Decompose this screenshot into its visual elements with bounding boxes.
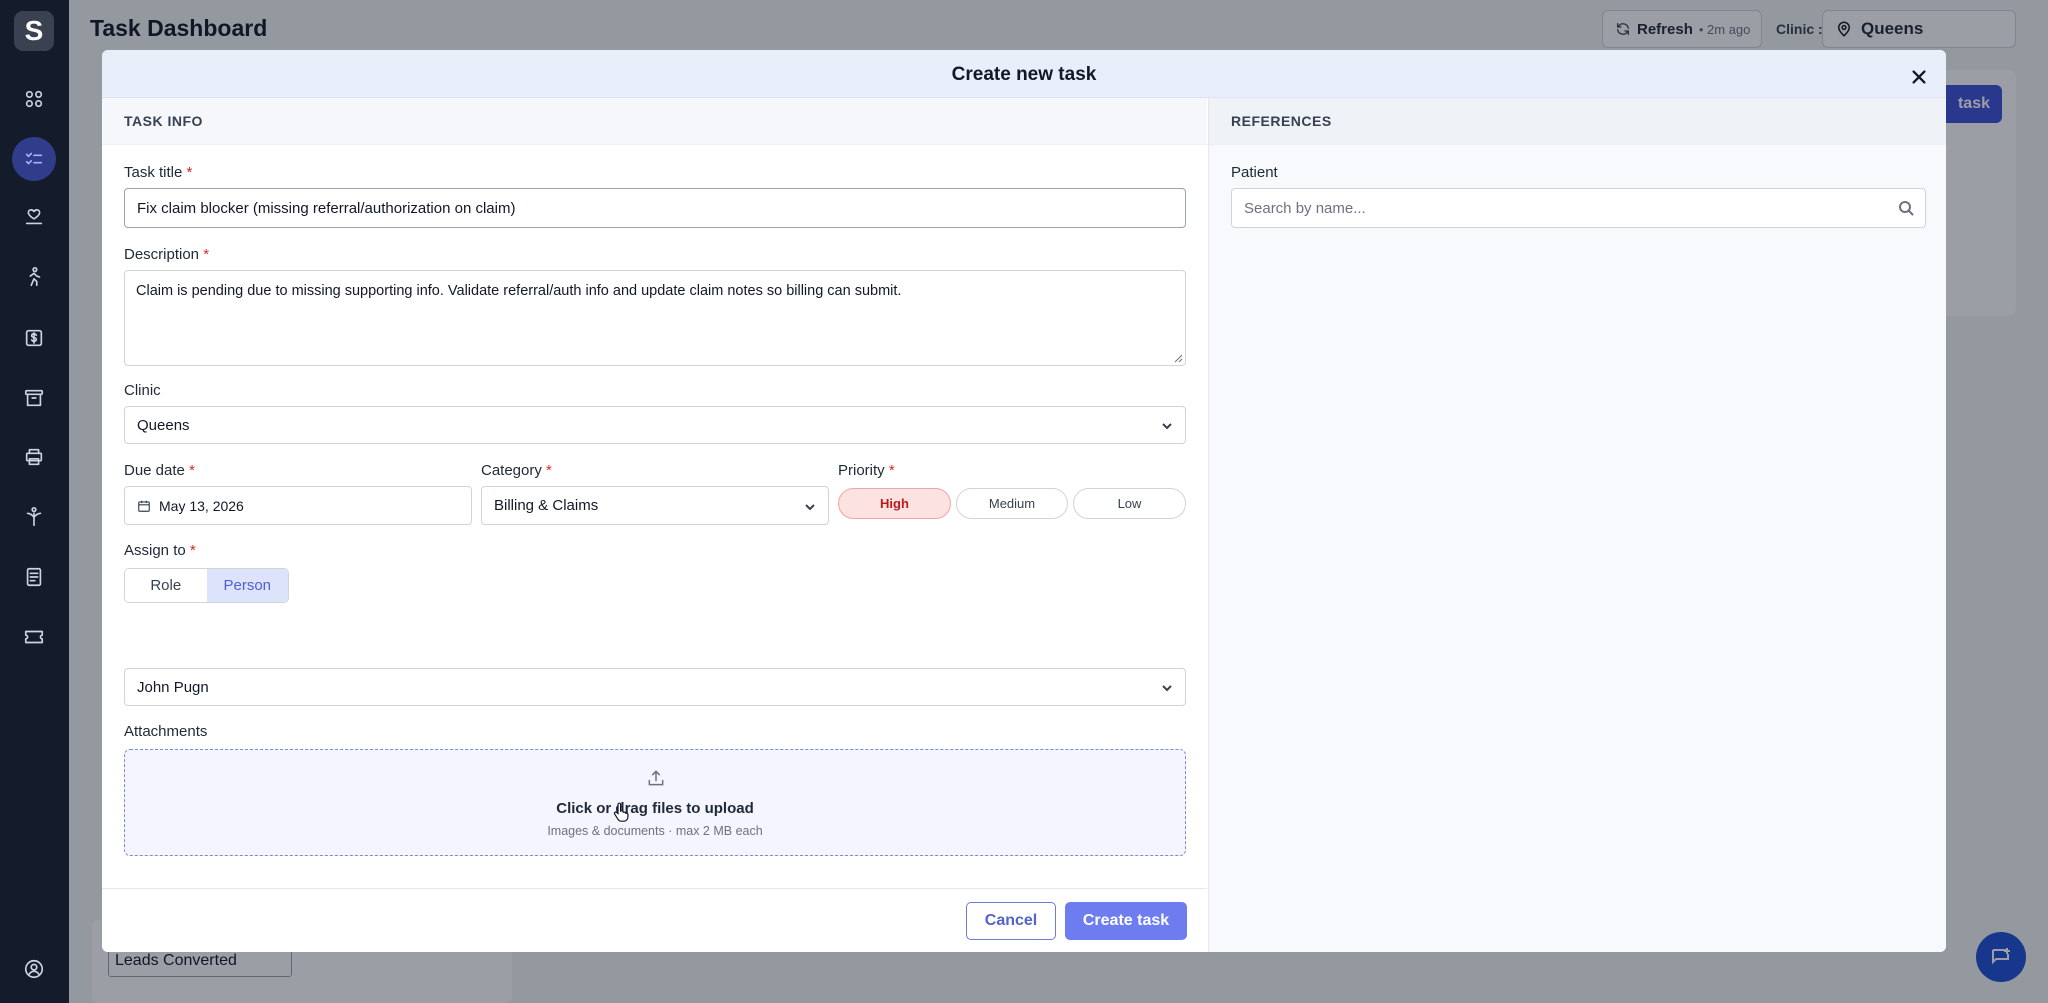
document-icon[interactable] <box>18 561 50 593</box>
task-info-heading: TASK INFO <box>102 98 1207 145</box>
calendar-icon <box>138 500 150 512</box>
description-label: Description * <box>124 246 210 263</box>
resize-handle-icon[interactable] <box>1174 354 1183 363</box>
clinic-select-value: Queens <box>137 416 190 434</box>
references-pane: REFERENCES Patient Search by name... <box>1208 98 1946 952</box>
priority-medium-button[interactable]: Medium <box>956 488 1068 519</box>
walking-person-icon[interactable] <box>18 261 50 293</box>
modal-title: Create new task <box>951 64 1097 85</box>
dollar-icon[interactable] <box>18 322 50 354</box>
priority-label: Priority * <box>838 462 895 479</box>
clinic-select[interactable]: Queens <box>124 406 1186 444</box>
assignee-value: John Pugn <box>137 678 209 696</box>
printer-icon[interactable] <box>18 441 50 473</box>
patient-search-placeholder: Search by name... <box>1244 199 1366 217</box>
cancel-button[interactable]: Cancel <box>966 902 1056 940</box>
due-date-input[interactable]: May 13, 2026 <box>124 486 472 525</box>
grid-icon[interactable] <box>18 83 50 115</box>
search-icon[interactable] <box>1898 200 1914 216</box>
category-select-value: Billing & Claims <box>494 497 599 514</box>
sidebar: S <box>0 0 69 1003</box>
user-circle-icon[interactable] <box>18 953 50 985</box>
ticket-icon[interactable] <box>18 621 50 653</box>
archive-icon[interactable] <box>18 382 50 414</box>
upload-instructions: Click or drag files to upload <box>556 800 754 817</box>
assign-person-tab[interactable]: Person <box>206 569 288 602</box>
due-date-value: May 13, 2026 <box>159 497 244 514</box>
task-list-icon[interactable] <box>12 137 56 181</box>
chevron-down-icon <box>1161 681 1173 693</box>
patient-label: Patient <box>1231 164 1278 181</box>
task-title-input[interactable]: Fix claim blocker (missing referral/auth… <box>124 188 1186 228</box>
create-task-button[interactable]: Create task <box>1065 902 1187 940</box>
attachments-label: Attachments <box>124 723 208 740</box>
assign-to-label: Assign to * <box>124 542 196 559</box>
due-date-label: Due date * <box>124 462 195 479</box>
create-task-modal: Create new task TASK INFO Task title * F… <box>102 50 1946 952</box>
description-textarea[interactable]: Claim is pending due to missing supporti… <box>124 270 1186 366</box>
chevron-down-icon <box>804 500 816 512</box>
hand-cursor-icon <box>613 802 629 822</box>
references-heading: REFERENCES <box>1209 98 1946 145</box>
heart-hand-icon[interactable] <box>18 201 50 233</box>
priority-high-button[interactable]: High <box>838 488 951 519</box>
upload-limits: Images & documents · max 2 MB each <box>547 824 763 838</box>
assign-role-tab[interactable]: Role <box>125 569 207 602</box>
priority-low-button[interactable]: Low <box>1073 488 1186 519</box>
task-info-pane: TASK INFO Task title * Fix claim blocker… <box>102 98 1207 888</box>
patient-search-input[interactable]: Search by name... <box>1231 188 1926 228</box>
chevron-down-icon <box>1161 419 1173 431</box>
category-label: Category * <box>481 462 552 479</box>
assignee-select[interactable]: John Pugn <box>124 668 1186 706</box>
upload-icon <box>646 768 666 788</box>
category-select[interactable]: Billing & Claims <box>481 486 829 525</box>
wellness-icon[interactable] <box>18 501 50 533</box>
task-title-label: Task title * <box>124 164 193 181</box>
file-dropzone[interactable]: Click or drag files to upload Images & d… <box>124 749 1186 856</box>
close-icon[interactable] <box>1908 66 1930 88</box>
description-text: Claim is pending due to missing supporti… <box>136 283 902 299</box>
modal-header: Create new task <box>102 50 1946 98</box>
assign-mode-toggle: Role Person <box>124 568 289 603</box>
app-logo[interactable]: S <box>14 11 54 51</box>
clinic-label: Clinic <box>124 382 161 399</box>
